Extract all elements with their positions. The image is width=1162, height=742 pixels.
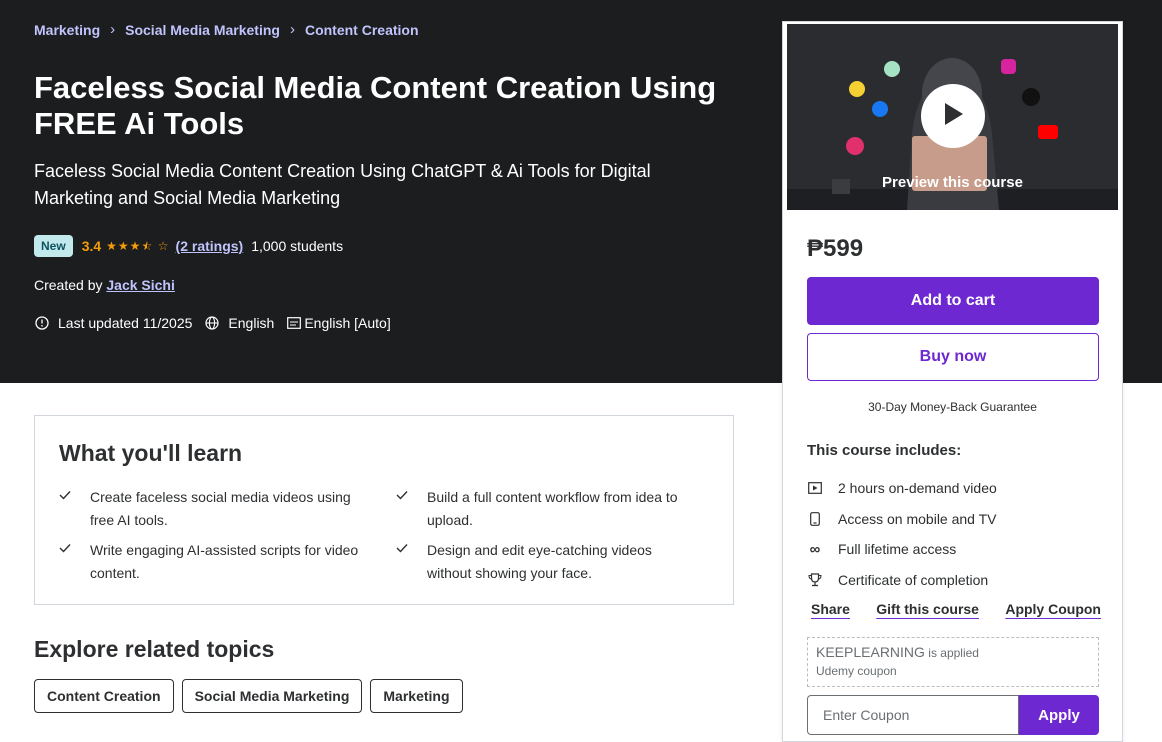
coupon-code: KEEPLEARNING (816, 644, 925, 660)
add-to-cart-button[interactable]: Add to cart (807, 277, 1099, 325)
last-updated: Last updated 11/2025 (34, 315, 192, 331)
last-updated-text: Last updated 11/2025 (58, 315, 193, 331)
coupon-applied-text: is applied (924, 646, 979, 660)
learn-item-text: Design and edit eye-catching videos with… (427, 542, 652, 581)
video-icon (807, 480, 823, 496)
buy-now-button[interactable]: Buy now (807, 333, 1099, 381)
course-subtitle: Faceless Social Media Content Creation U… (34, 161, 651, 208)
includes-item: Access on mobile and TV (807, 504, 1107, 535)
play-button[interactable] (921, 84, 985, 148)
ratings-count-link[interactable]: (2 ratings) (176, 238, 244, 254)
gift-course-link[interactable]: Gift this course (876, 601, 979, 617)
globe-icon (204, 315, 220, 331)
learn-item: Build a full content workflow from idea … (396, 486, 696, 532)
coupon-input[interactable] (807, 695, 1019, 735)
breadcrumb-social-media-marketing[interactable]: Social Media Marketing (125, 22, 280, 38)
includes-item-label: Full lifetime access (838, 541, 957, 558)
course-meta: Last updated 11/2025 English English [Au… (34, 315, 403, 331)
breadcrumb-marketing[interactable]: Marketing (34, 22, 100, 38)
apply-coupon-link[interactable]: Apply Coupon (1005, 601, 1101, 617)
captions-text: English [Auto] (304, 315, 391, 331)
learn-item: Design and edit eye-catching videos with… (396, 539, 696, 585)
author-link[interactable]: Jack Sichi (106, 277, 175, 293)
learn-item-text: Write engaging AI-assisted scripts for v… (90, 542, 359, 581)
share-link[interactable]: Share (811, 601, 850, 617)
apply-coupon-button[interactable]: Apply (1019, 695, 1099, 735)
rating-value: 3.4 (81, 238, 102, 254)
breadcrumb: Marketing › Social Media Marketing › Con… (34, 21, 419, 38)
check-icon (59, 486, 73, 532)
infinity-icon: ∞ (809, 540, 821, 558)
language-text: English (228, 315, 275, 331)
trophy-icon (807, 572, 823, 588)
topic-content-creation[interactable]: Content Creation (34, 679, 174, 713)
includes-item-label: Access on mobile and TV (838, 510, 997, 527)
what-you-will-learn: What you'll learn Create faceless social… (34, 415, 734, 605)
topic-marketing[interactable]: Marketing (370, 679, 463, 713)
learn-item-text: Build a full content workflow from idea … (427, 489, 678, 528)
course-title: Faceless Social Media Content Creation U… (34, 70, 717, 141)
related-topics: Content Creation Social Media Marketing … (34, 679, 471, 713)
check-icon (59, 539, 73, 585)
coupon-source: Udemy coupon (816, 664, 897, 678)
rating-row: New 3.4 ★★★★☆ ☆ (2 ratings) 1,000 studen… (34, 235, 343, 257)
includes-item-label: 2 hours on-demand video (838, 480, 997, 497)
captions-icon (286, 315, 302, 331)
includes-title: This course includes: (807, 442, 962, 459)
learn-item: Write engaging AI-assisted scripts for v… (59, 539, 359, 585)
alert-icon (34, 315, 50, 331)
created-by: Created by Jack Sichi (34, 277, 175, 293)
learn-title: What you'll learn (59, 440, 243, 466)
check-icon (396, 539, 410, 585)
preview-label: Preview this course (882, 174, 1023, 191)
money-back-guarantee: 30-Day Money-Back Guarantee (868, 400, 1037, 414)
play-icon (941, 101, 965, 132)
card-actions: Share Gift this course Apply Coupon (811, 601, 1101, 617)
includes-item: ∞ Full lifetime access (807, 534, 1107, 565)
new-badge: New (34, 235, 73, 257)
students-count: 1,000 students (251, 238, 344, 254)
mobile-icon (807, 511, 823, 527)
includes-item: Certificate of completion (807, 565, 1107, 596)
topic-social-media-marketing[interactable]: Social Media Marketing (181, 679, 363, 713)
includes-list: 2 hours on-demand video Access on mobile… (807, 473, 1107, 595)
created-by-label: Created by (34, 277, 103, 293)
learn-item: Create faceless social media videos usin… (59, 486, 359, 532)
chevron-right-icon: › (289, 21, 295, 38)
learn-item-text: Create faceless social media videos usin… (90, 489, 351, 528)
captions: English [Auto] (286, 315, 391, 331)
check-icon (396, 486, 410, 532)
purchase-card: Preview this course ₱599 Add to cart Buy… (782, 21, 1123, 742)
coupon-code-line: KEEPLEARNING is applied (816, 644, 1090, 660)
course-price: ₱599 (807, 235, 864, 262)
includes-item-label: Certificate of completion (838, 571, 989, 588)
chevron-right-icon: › (110, 21, 116, 38)
breadcrumb-content-creation[interactable]: Content Creation (305, 22, 419, 38)
applied-coupon: KEEPLEARNING is applied Udemy coupon (807, 637, 1099, 687)
includes-item: 2 hours on-demand video (807, 473, 1107, 504)
explore-topics-title: Explore related topics (34, 636, 275, 662)
language: English (204, 315, 274, 331)
course-preview[interactable]: Preview this course (787, 24, 1118, 210)
star-rating-icon: ★★★★☆ ☆ (106, 239, 170, 253)
